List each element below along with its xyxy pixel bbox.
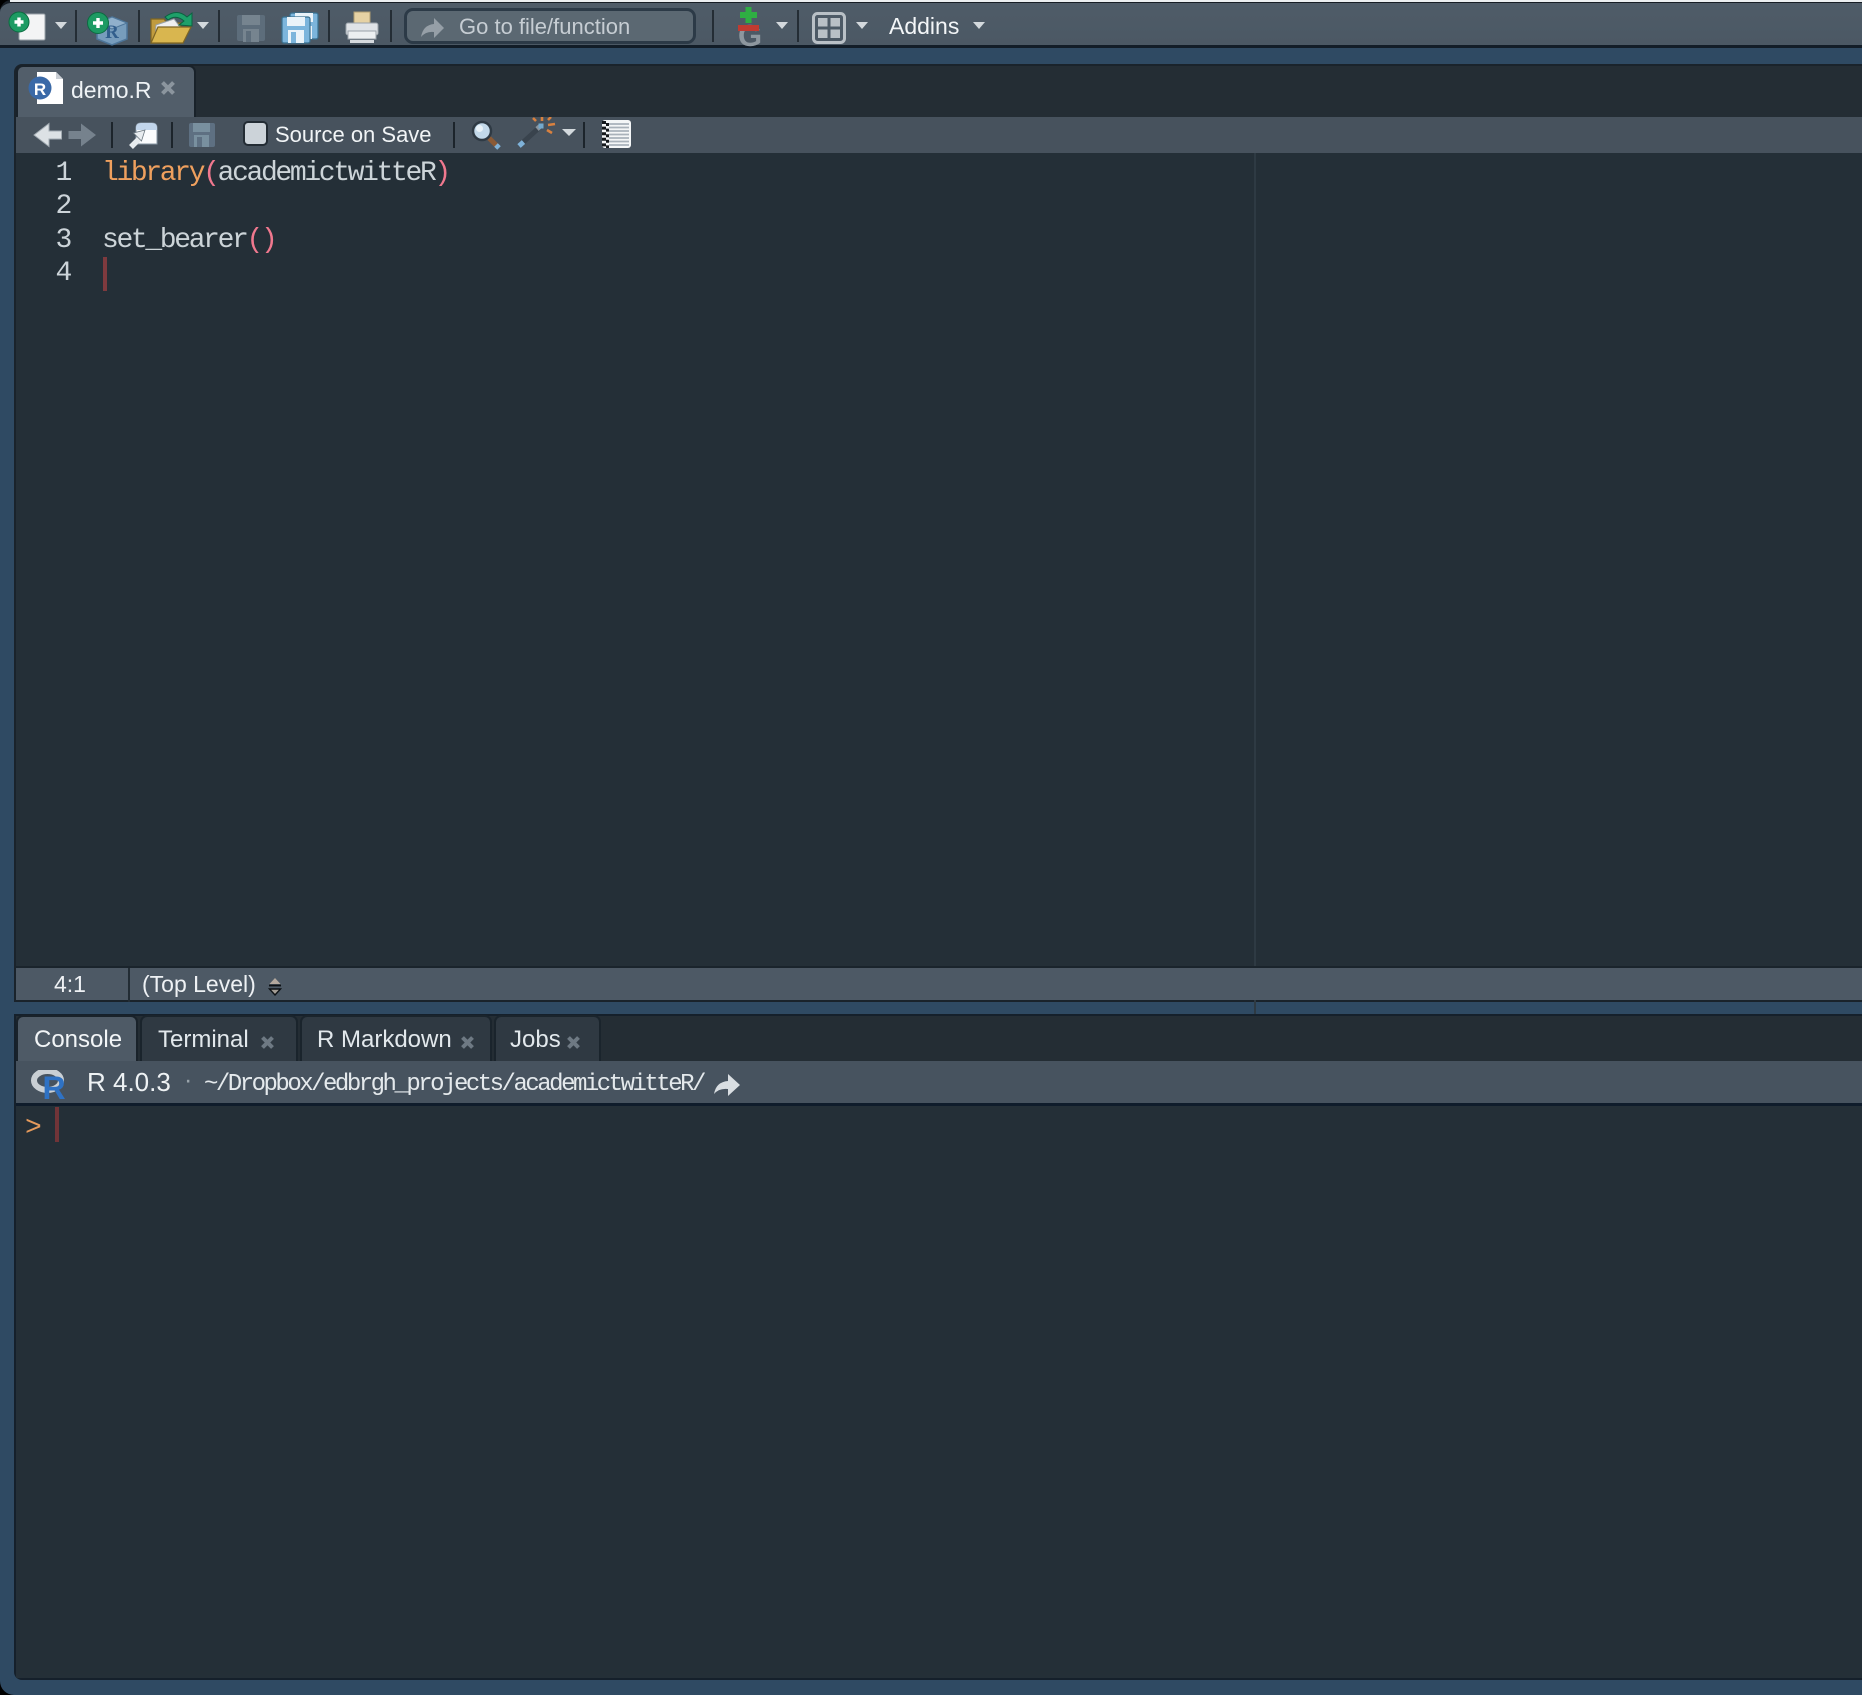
svg-text:R: R <box>34 80 46 99</box>
svg-text:R: R <box>42 1070 65 1106</box>
